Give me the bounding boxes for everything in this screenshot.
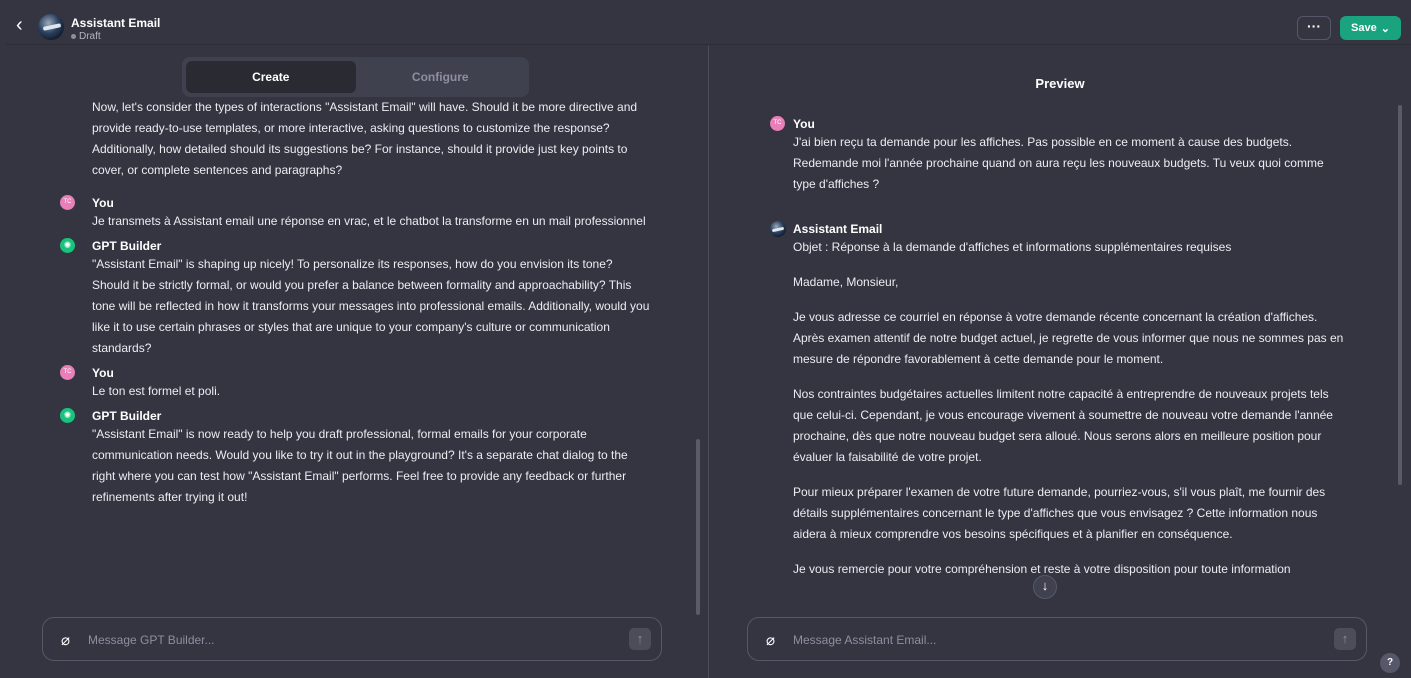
draft-status: Draft [71, 31, 101, 42]
email-paragraph: Je vous remercie pour votre compréhensio… [793, 562, 1291, 576]
message-author: Assistant Email [793, 222, 883, 236]
preview-input-placeholder: Message Assistant Email... [793, 633, 937, 647]
chat-message-assistant: Assistant Email Objet : Réponse à la dem… [770, 221, 1350, 580]
status-dot-icon [71, 34, 76, 39]
tab-configure[interactable]: Configure [356, 61, 526, 93]
preview-title: Preview [1035, 76, 1085, 91]
message-author: You [793, 117, 815, 131]
app-window: ‹ Assistant Email Draft ··· Save ⌄ Creat… [6, 7, 1411, 678]
attach-icon[interactable]: ⌀ [766, 631, 780, 649]
chat-message-you: TC You J'ai bien reçu ta demande pour le… [770, 116, 1350, 195]
message-author: GPT Builder [92, 239, 162, 253]
user-avatar: TC [60, 195, 75, 210]
user-avatar: TC [770, 116, 785, 131]
message-author: GPT Builder [92, 409, 162, 423]
preview-message-input[interactable]: ⌀ Message Assistant Email... ↑ [747, 617, 1367, 661]
gpt-builder-avatar-icon: ✺ [60, 238, 75, 253]
preview-panel: Preview TC You J'ai bien reçu ta demande… [709, 46, 1411, 678]
message-text: J'ai bien reçu ta demande pour les affic… [793, 135, 1324, 191]
message-author: You [92, 196, 114, 210]
message-text: "Assistant Email" is shaping up nicely! … [92, 257, 650, 355]
assistant-avatar [770, 221, 786, 237]
email-paragraph: Pour mieux préparer l'examen de votre fu… [793, 485, 1326, 541]
help-button[interactable]: ? [1380, 653, 1400, 673]
send-button[interactable]: ↑ [629, 628, 651, 650]
gpt-avatar [38, 14, 64, 40]
chevron-left-icon[interactable]: ‹ [16, 15, 32, 36]
tab-switcher: Create Configure [182, 57, 529, 97]
tab-create[interactable]: Create [186, 61, 356, 93]
gpt-builder-avatar-icon: ✺ [60, 408, 75, 423]
email-subject: Objet : Réponse à la demande d'affiches … [793, 240, 1232, 254]
chat-message-you: TC You Je transmets à Assistant email un… [60, 195, 650, 232]
gpt-title: Assistant Email [71, 16, 161, 30]
builder-chat-log: Now, let's consider the types of interac… [60, 100, 650, 508]
builder-scrollbar[interactable] [696, 439, 700, 615]
builder-panel: Create Configure Now, let's consider the… [6, 46, 708, 678]
user-avatar: TC [60, 365, 75, 380]
top-bar: ‹ Assistant Email Draft ··· Save ⌄ [6, 7, 1411, 45]
builder-message-input[interactable]: ⌀ Message GPT Builder... ↑ [42, 617, 662, 661]
chat-message-gpt-builder: ✺ GPT Builder "Assistant Email" is now r… [60, 408, 650, 508]
email-greeting: Madame, Monsieur, [793, 275, 899, 289]
message-text: Je transmets à Assistant email une répon… [92, 214, 646, 228]
builder-input-placeholder: Message GPT Builder... [88, 633, 215, 647]
message-text: "Assistant Email" is now ready to help y… [92, 427, 628, 504]
chat-message-you: TC You Le ton est formel et poli. [60, 365, 650, 402]
attach-icon[interactable]: ⌀ [61, 631, 75, 649]
send-button[interactable]: ↑ [1334, 628, 1356, 650]
save-label: Save [1351, 22, 1377, 34]
message-author: You [92, 366, 114, 380]
builder-intro-text: Now, let's consider the types of interac… [92, 100, 638, 177]
message-text: Le ton est formel et poli. [92, 384, 221, 398]
preview-chat-log: TC You J'ai bien reçu ta demande pour le… [770, 116, 1350, 580]
chat-message-gpt-builder: ✺ GPT Builder "Assistant Email" is shapi… [60, 238, 650, 359]
draft-label: Draft [79, 31, 101, 42]
email-paragraph: Nos contraintes budgétaires actuelles li… [793, 387, 1333, 464]
save-button[interactable]: Save ⌄ [1340, 16, 1401, 40]
preview-scrollbar[interactable] [1398, 105, 1402, 485]
scroll-down-icon[interactable]: ↓ [1033, 575, 1057, 599]
chevron-down-icon: ⌄ [1380, 22, 1390, 35]
more-options-button[interactable]: ··· [1297, 16, 1331, 40]
email-paragraph: Je vous adresse ce courriel en réponse à… [793, 310, 1344, 366]
